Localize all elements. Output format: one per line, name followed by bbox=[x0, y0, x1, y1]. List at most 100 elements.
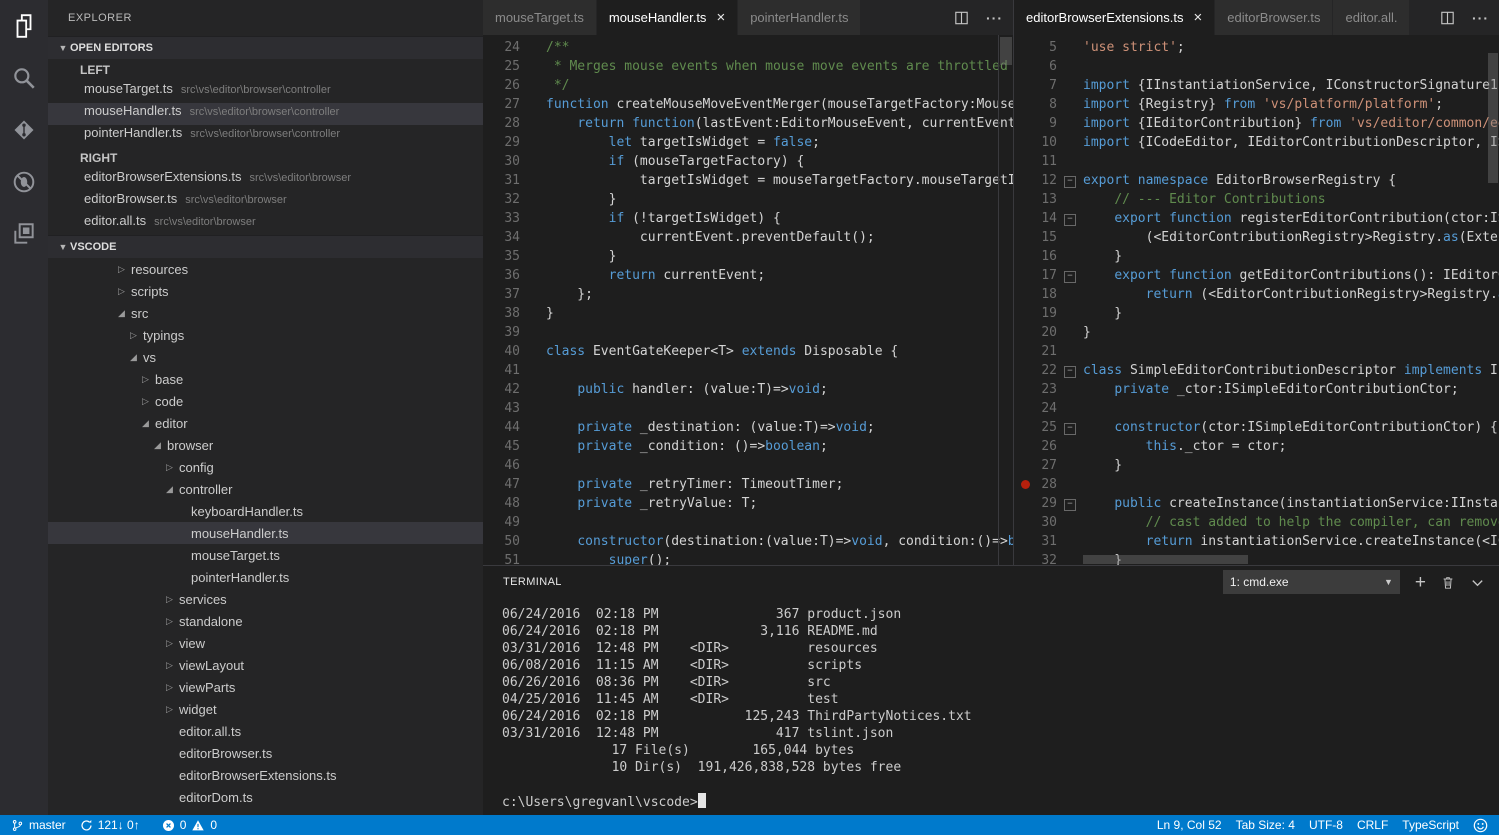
tree-item[interactable]: keyboardHandler.ts bbox=[48, 500, 483, 522]
tree-item-label: services bbox=[179, 592, 227, 607]
fold-box-glyph[interactable]: − bbox=[1064, 214, 1076, 226]
chevron-collapsed-icon: ▷ bbox=[118, 264, 131, 275]
tree-item[interactable]: pointerHandler.ts bbox=[48, 566, 483, 588]
tree-item[interactable]: ▷scripts bbox=[48, 280, 483, 302]
tab-mouseTarget.ts[interactable]: mouseTarget.ts bbox=[483, 0, 597, 35]
code-token: } bbox=[546, 192, 616, 207]
code-token bbox=[1341, 116, 1349, 131]
code-line: 43 bbox=[483, 399, 1013, 418]
split-editor-icon[interactable] bbox=[953, 11, 970, 25]
hide-panel-chevron-icon[interactable] bbox=[1470, 575, 1485, 590]
activity-bar-debug[interactable] bbox=[0, 156, 48, 208]
status-item[interactable]: UTF-8 bbox=[1302, 815, 1350, 835]
open-editor-item[interactable]: pointerHandler.tssrc\vs\editor\browser\c… bbox=[48, 125, 483, 147]
tree-item[interactable]: editorBrowserExtensions.ts bbox=[48, 764, 483, 786]
vertical-scrollbar[interactable] bbox=[998, 35, 1013, 565]
code-area[interactable]: 5'use strict';67import {IInstantiationSe… bbox=[1014, 38, 1499, 565]
code-token: void bbox=[789, 382, 820, 397]
fold-box-glyph[interactable]: − bbox=[1064, 499, 1076, 511]
code-line: 47 private _retryTimer: TimeoutTimer; bbox=[483, 475, 1013, 494]
code-text: targetIsWidget = mouseTargetFactory.mous… bbox=[546, 171, 1013, 190]
open-editor-item[interactable]: mouseHandler.tssrc\vs\editor\browser\con… bbox=[48, 103, 483, 125]
tab-editorBrowser.ts[interactable]: editorBrowser.ts bbox=[1215, 0, 1333, 35]
tree-item[interactable]: ▷config bbox=[48, 456, 483, 478]
code-area[interactable]: 24/**25 * Merges mouse events when mouse… bbox=[483, 38, 1013, 565]
tree-item[interactable]: ▷viewParts bbox=[48, 676, 483, 698]
status-item[interactable]: TypeScript bbox=[1395, 815, 1466, 835]
activity-bar-search[interactable] bbox=[0, 52, 48, 104]
git-icon bbox=[11, 117, 37, 143]
scrollbar-thumb[interactable] bbox=[1083, 555, 1248, 564]
code-line: 19 } bbox=[1014, 304, 1499, 323]
tree-item[interactable]: mouseTarget.ts bbox=[48, 544, 483, 566]
feedback-status[interactable] bbox=[1466, 815, 1495, 835]
tree-item[interactable]: editorDom.ts bbox=[48, 786, 483, 808]
folder-section-header[interactable]: ▼ VSCODE bbox=[48, 235, 483, 258]
tab-pointerHandler.ts[interactable]: pointerHandler.ts bbox=[738, 0, 861, 35]
fold-column bbox=[520, 171, 546, 190]
status-item[interactable]: Tab Size: 4 bbox=[1229, 815, 1302, 835]
code-line: 9import {IEditorContribution} from 'vs/e… bbox=[1014, 114, 1499, 133]
tree-item[interactable]: ▷services bbox=[48, 588, 483, 610]
fold-box-glyph[interactable]: − bbox=[1064, 366, 1076, 378]
tree-item[interactable]: ▷base bbox=[48, 368, 483, 390]
fold-box-glyph[interactable]: − bbox=[1064, 423, 1076, 435]
tree-item[interactable]: editor.all.ts bbox=[48, 720, 483, 742]
chevron-collapsed-icon: ▷ bbox=[166, 462, 179, 473]
close-icon[interactable]: × bbox=[1194, 10, 1203, 25]
more-actions-icon[interactable]: ··· bbox=[1472, 10, 1489, 26]
new-terminal-icon[interactable]: + bbox=[1415, 573, 1426, 592]
tree-item[interactable]: ▷code bbox=[48, 390, 483, 412]
tree-item[interactable]: ▷typings bbox=[48, 324, 483, 346]
tree-item[interactable]: ▷viewLayout bbox=[48, 654, 483, 676]
code-line: 36 return currentEvent; bbox=[483, 266, 1013, 285]
tree-item[interactable]: ◢browser bbox=[48, 434, 483, 456]
open-editors-header[interactable]: ▼ OPEN EDITORS bbox=[48, 36, 483, 59]
terminal-selector[interactable]: 1: cmd.exe ▼ bbox=[1223, 570, 1400, 594]
fold-box-glyph[interactable]: − bbox=[1064, 176, 1076, 188]
close-icon[interactable]: × bbox=[716, 10, 725, 25]
tree-item[interactable]: editorBrowser.ts bbox=[48, 742, 483, 764]
tree-item[interactable]: ◢editor bbox=[48, 412, 483, 434]
tab-editorBrowserExtensions.ts[interactable]: editorBrowserExtensions.ts× bbox=[1014, 0, 1215, 35]
activity-bar-extensions[interactable] bbox=[0, 208, 48, 260]
tab-label: editorBrowser.ts bbox=[1227, 10, 1320, 25]
scrollbar-thumb[interactable] bbox=[1488, 53, 1498, 183]
more-actions-icon[interactable]: ··· bbox=[986, 10, 1003, 26]
tree-item[interactable]: ▷standalone bbox=[48, 610, 483, 632]
activity-bar-source-control[interactable] bbox=[0, 104, 48, 156]
terminal-output[interactable]: 06/24/2016 02:18 PM 367 product.json06/2… bbox=[502, 606, 1491, 816]
code-token: import bbox=[1083, 135, 1130, 150]
split-editor-icon[interactable] bbox=[1439, 11, 1456, 25]
open-editor-item[interactable]: editor.all.tssrc\vs\editor\browser bbox=[48, 213, 483, 235]
tree-item[interactable]: ▷view bbox=[48, 632, 483, 654]
status-item[interactable]: Ln 9, Col 52 bbox=[1150, 815, 1229, 835]
tab-mouseHandler.ts[interactable]: mouseHandler.ts× bbox=[597, 0, 738, 35]
tree-item[interactable]: ◢src bbox=[48, 302, 483, 324]
open-editor-item[interactable]: mouseTarget.tssrc\vs\editor\browser\cont… bbox=[48, 81, 483, 103]
fold-column bbox=[520, 76, 546, 95]
scrollbar-thumb[interactable] bbox=[1000, 37, 1012, 65]
tree-item[interactable]: ▷widget bbox=[48, 698, 483, 720]
warning-count: 0 bbox=[210, 818, 217, 832]
tree-item[interactable]: ◢vs bbox=[48, 346, 483, 368]
tree-item[interactable]: ▷resources bbox=[48, 258, 483, 280]
sync-status[interactable]: 121↓ 0↑ bbox=[73, 815, 147, 835]
code-token: import bbox=[1083, 97, 1130, 112]
horizontal-scrollbar[interactable] bbox=[1083, 554, 1487, 565]
git-branch-status[interactable]: master bbox=[4, 815, 73, 835]
kill-terminal-icon[interactable] bbox=[1441, 575, 1455, 590]
activity-bar-explorer[interactable] bbox=[0, 0, 48, 52]
tree-item[interactable]: mouseHandler.ts bbox=[48, 522, 483, 544]
tab-editor.all.ts[interactable]: editor.all.ts bbox=[1333, 0, 1410, 35]
fold-box-glyph[interactable]: − bbox=[1064, 271, 1076, 283]
code-token bbox=[546, 553, 609, 565]
open-editor-item[interactable]: editorBrowser.tssrc\vs\editor\browser bbox=[48, 191, 483, 213]
problems-status[interactable]: 0 0 bbox=[155, 815, 224, 835]
open-editor-item[interactable]: editorBrowserExtensions.tssrc\vs\editor\… bbox=[48, 169, 483, 191]
code-token: constructor bbox=[577, 534, 663, 549]
tree-item[interactable]: ◢controller bbox=[48, 478, 483, 500]
vertical-scrollbar[interactable] bbox=[1487, 35, 1499, 565]
file-name: editorBrowserExtensions.ts bbox=[84, 169, 242, 184]
status-item[interactable]: CRLF bbox=[1350, 815, 1395, 835]
